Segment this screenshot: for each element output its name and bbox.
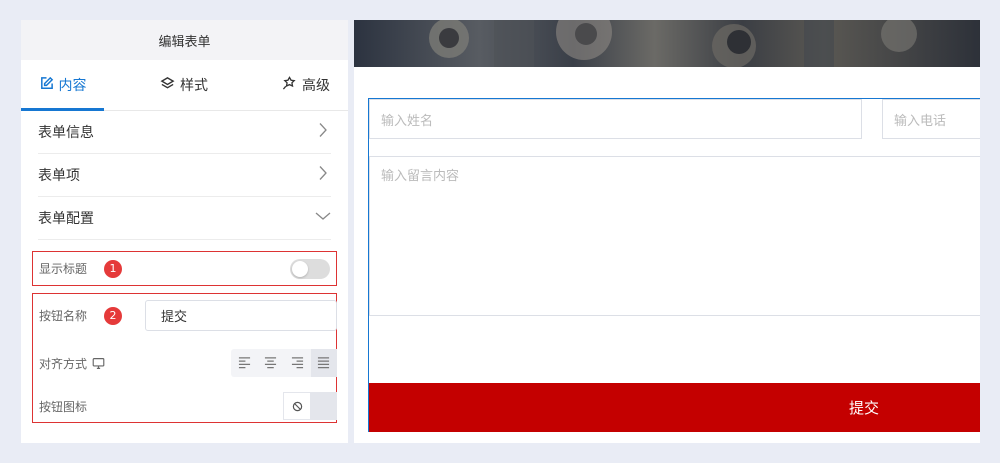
align-center-button[interactable] [258,349,285,377]
tab-bar: 内容 样式 高级 [21,60,348,111]
chevron-down-icon [315,208,331,228]
phone-input[interactable]: 输入电话 [882,99,980,139]
panel-title: 编辑表单 [21,20,348,60]
tab-style-label: 样式 [180,78,208,94]
ban-icon [292,397,303,416]
show-title-row: 显示标题 1 [32,251,337,286]
section-form-items[interactable]: 表单项 [38,154,331,197]
banner-image [354,20,980,67]
no-icon-option[interactable] [283,392,311,420]
toggle-knob [292,260,308,277]
name-input[interactable]: 输入姓名 [369,99,862,139]
tab-style[interactable]: 样式 [104,60,264,110]
submit-button[interactable]: 提交 [369,383,980,432]
tab-advanced[interactable]: 高级 [264,60,348,110]
edit-icon [39,76,54,95]
tab-advanced-label: 高级 [302,78,330,94]
show-title-toggle[interactable] [290,258,330,279]
section-form-items-label: 表单项 [38,168,80,184]
button-name-row: 按钮名称 2 提交 [39,300,337,331]
align-left-icon [238,354,251,373]
form-preview: 输入姓名 输入电话 输入留言内容 提交 [354,20,980,443]
section-form-info-label: 表单信息 [38,125,94,141]
align-justify-icon [317,354,330,373]
message-textarea[interactable]: 输入留言内容 [369,156,980,316]
section-form-info[interactable]: 表单信息 [38,111,331,154]
align-justify-button[interactable] [310,349,337,377]
button-icon-label: 按钮图标 [39,399,88,414]
align-left-button[interactable] [231,349,258,377]
form-editor-panel: 编辑表单 内容 样式 高级 表单信息 表单项 表单配置 显示标题 1 按钮名称 … [21,20,348,443]
form-container: 输入姓名 输入电话 输入留言内容 提交 [368,98,980,432]
button-icon-row: 按钮图标 [39,392,337,420]
icon-option-empty[interactable] [311,392,337,420]
settings-icon [282,75,297,95]
button-name-label: 按钮名称 [39,309,88,323]
monitor-icon [92,357,105,370]
section-form-config[interactable]: 表单配置 [38,197,331,240]
align-right-icon [291,354,304,373]
show-title-label: 显示标题 [39,262,88,276]
button-icon-picker [283,392,337,420]
tab-content[interactable]: 内容 [21,60,104,111]
button-config-group: 按钮名称 2 提交 对齐方式 按钮图标 [32,293,337,423]
chevron-right-icon [315,122,331,142]
align-button-group [231,349,337,377]
section-form-config-label: 表单配置 [38,211,94,227]
tab-content-label: 内容 [58,78,87,94]
step-badge-1: 1 [104,259,123,278]
align-right-button[interactable] [284,349,311,377]
chevron-right-icon [315,165,331,185]
align-center-icon [264,354,277,373]
step-badge-2: 2 [104,306,123,325]
button-name-input[interactable]: 提交 [145,300,337,331]
layers-icon [160,76,175,95]
align-row: 对齐方式 [39,349,337,377]
align-label: 对齐方式 [39,356,88,371]
